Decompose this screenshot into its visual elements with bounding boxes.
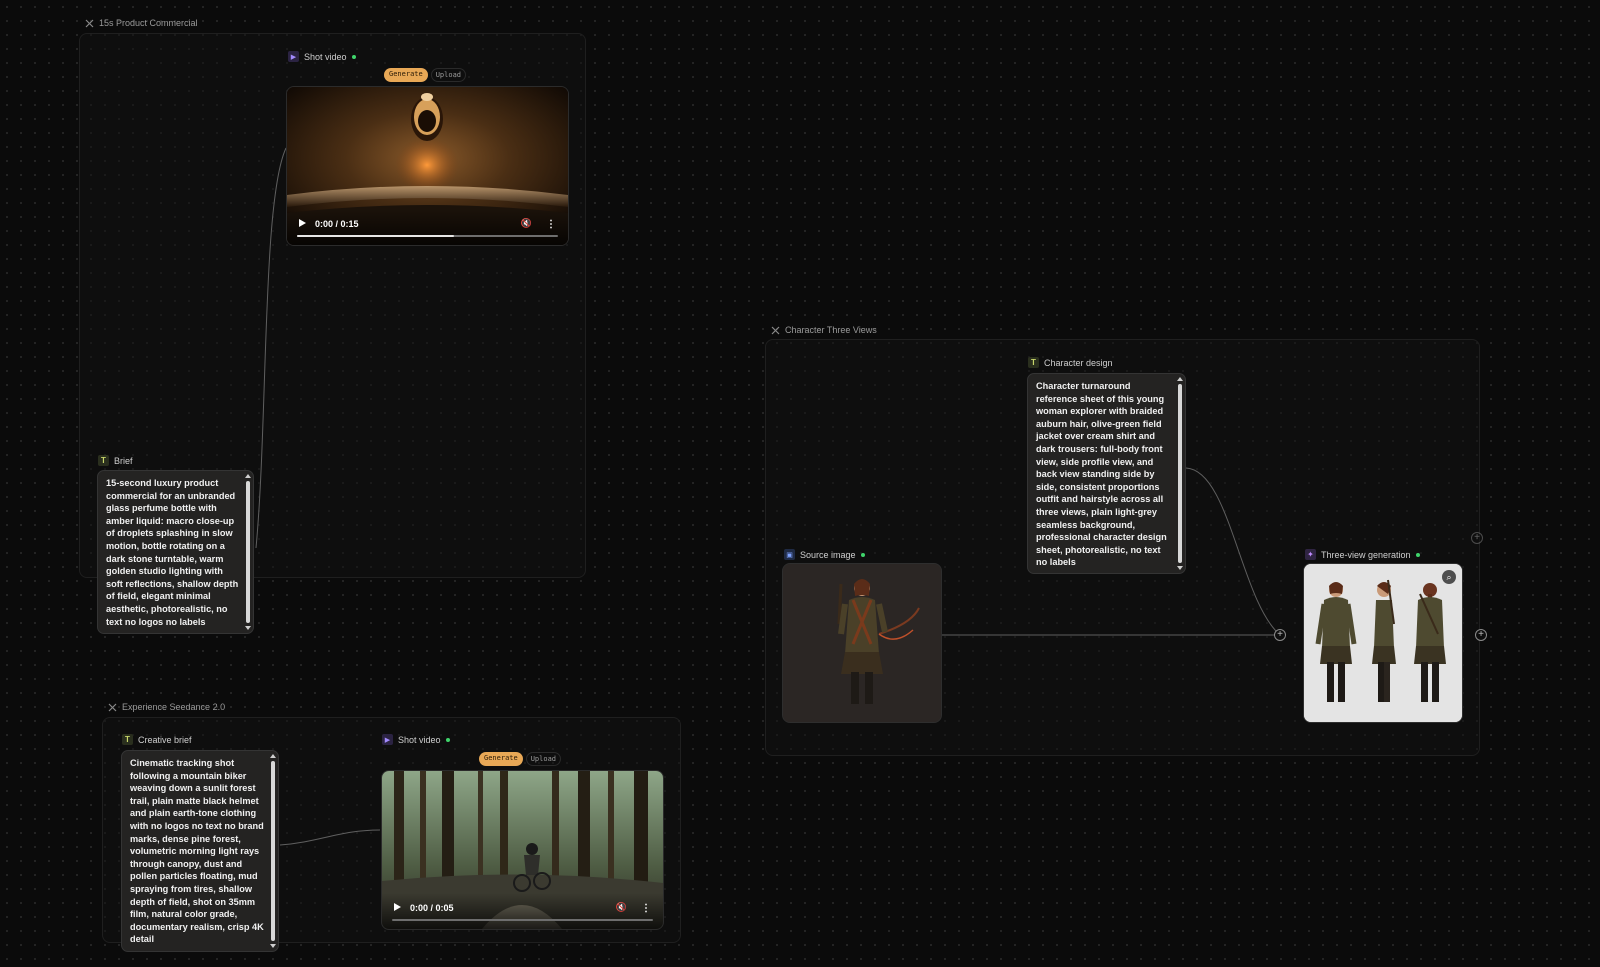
node-label-text: Shot video — [304, 51, 347, 62]
node-label-creative-brief[interactable]: T Creative brief — [122, 734, 192, 745]
group-collapse-icon[interactable] — [771, 326, 780, 335]
mute-icon[interactable]: 🔇 — [521, 218, 532, 229]
video-progress-bar[interactable] — [297, 235, 558, 237]
scrollbar[interactable] — [270, 753, 276, 949]
node-label-text: Source image — [800, 549, 856, 560]
node-label-source-image[interactable]: ▣ Source image — [784, 549, 865, 560]
zoom-icon[interactable]: ⌕ — [1442, 570, 1456, 584]
status-dot — [1415, 552, 1420, 557]
video-controls: 0:00 / 0:05 🔇 ⋮ — [382, 893, 663, 929]
more-options-icon[interactable]: ⋮ — [641, 903, 651, 914]
group-collapse-icon[interactable] — [85, 19, 94, 28]
character-design-text-node[interactable]: Character turnaround reference sheet of … — [1027, 373, 1186, 574]
character-design-text[interactable]: Character turnaround reference sheet of … — [1036, 380, 1171, 569]
play-icon[interactable] — [299, 219, 306, 227]
node-label-seedance-video[interactable]: ▶ Shot video — [382, 734, 450, 745]
node-label-text: Character design — [1044, 357, 1113, 368]
product-video-tabs: Generate Upload — [384, 68, 467, 82]
scrollbar[interactable] — [245, 473, 251, 631]
group-collapse-icon[interactable] — [108, 703, 117, 712]
status-dot — [351, 54, 356, 59]
node-label-text: Creative brief — [138, 734, 192, 745]
video-time: 0:00 / 0:15 — [315, 219, 359, 229]
brief-text-node[interactable]: 15-second luxury product commercial for … — [97, 470, 254, 634]
three-view-figures — [1304, 564, 1462, 722]
tab-generate[interactable]: Generate — [384, 68, 428, 82]
node-label-text: Three-view generation — [1321, 549, 1411, 560]
group-title-text: 15s Product Commercial — [99, 18, 198, 28]
group-title-text: Character Three Views — [785, 325, 877, 335]
group-title-character[interactable]: Character Three Views — [771, 325, 877, 335]
group-title-product[interactable]: 15s Product Commercial — [85, 18, 198, 28]
play-icon[interactable] — [394, 903, 401, 911]
text-node-icon: T — [98, 455, 109, 466]
seedance-video-tabs: Generate Upload — [479, 752, 562, 766]
video-progress-bar[interactable] — [392, 919, 653, 921]
add-node-icon[interactable]: + — [1471, 532, 1483, 544]
brief-text[interactable]: 15-second luxury product commercial for … — [106, 477, 239, 628]
node-label-brief[interactable]: T Brief — [98, 455, 133, 466]
group-title-text: Experience Seedance 2.0 — [122, 702, 226, 712]
image-node-icon: ▣ — [784, 549, 795, 560]
sparkle-icon: ✦ — [1305, 549, 1316, 560]
node-label-character-design[interactable]: T Character design — [1028, 357, 1113, 368]
video-progress-fill — [297, 235, 454, 237]
video-node-icon: ▶ — [288, 51, 299, 62]
video-controls: 0:00 / 0:15 🔇 ⋮ — [287, 209, 568, 245]
status-dot — [445, 737, 450, 742]
seedance-video-player[interactable]: 0:00 / 0:05 🔇 ⋮ — [381, 770, 664, 930]
creative-brief-text-node[interactable]: Cinematic tracking shot following a moun… — [121, 750, 279, 952]
three-view-output-image[interactable]: ⌕ — [1303, 563, 1463, 723]
group-title-seedance[interactable]: Experience Seedance 2.0 — [108, 702, 225, 712]
mute-icon[interactable]: 🔇 — [616, 902, 627, 913]
tab-generate[interactable]: Generate — [479, 752, 523, 766]
node-label-three-view[interactable]: ✦ Three-view generation — [1305, 549, 1420, 560]
scrollbar[interactable] — [1177, 376, 1183, 571]
input-port-add-icon[interactable]: + — [1274, 629, 1286, 641]
node-label-text: Brief — [114, 455, 133, 466]
text-node-icon: T — [1028, 357, 1039, 368]
video-time: 0:00 / 0:05 — [410, 903, 454, 913]
source-image[interactable] — [782, 563, 942, 723]
tab-upload[interactable]: Upload — [525, 752, 562, 766]
product-video-player[interactable]: 0:00 / 0:15 🔇 ⋮ — [286, 86, 569, 246]
video-node-icon: ▶ — [382, 734, 393, 745]
node-label-text: Shot video — [398, 734, 441, 745]
tab-upload[interactable]: Upload — [430, 68, 467, 82]
node-label-product-video[interactable]: ▶ Shot video — [288, 51, 356, 62]
status-dot — [860, 552, 865, 557]
explorer-figure-image — [783, 564, 941, 722]
creative-brief-text[interactable]: Cinematic tracking shot following a moun… — [130, 757, 264, 946]
more-options-icon[interactable]: ⋮ — [546, 219, 556, 230]
text-node-icon: T — [122, 734, 133, 745]
output-port-add-icon[interactable]: + — [1475, 629, 1487, 641]
